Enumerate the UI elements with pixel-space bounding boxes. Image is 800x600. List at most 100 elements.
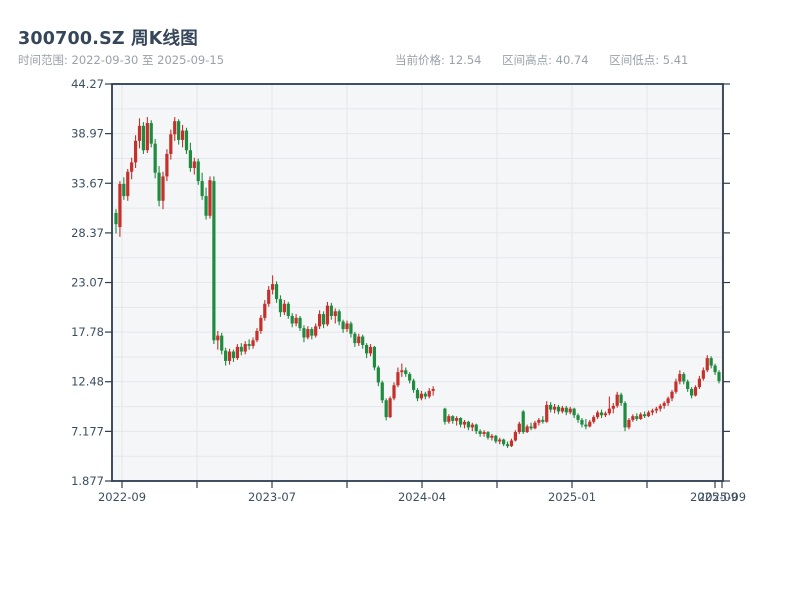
candle-body bbox=[490, 436, 493, 438]
kline-chart: 44.2738.9733.6728.3723.0717.7812.487.177… bbox=[0, 0, 800, 600]
candle-body bbox=[287, 304, 290, 316]
y-tick-label: 7.177 bbox=[71, 424, 104, 438]
candle-body bbox=[424, 394, 427, 397]
candle-body bbox=[694, 387, 697, 395]
candle-body bbox=[494, 436, 497, 442]
candle-body bbox=[228, 352, 231, 361]
candle-body bbox=[639, 414, 642, 419]
x-end-label: 2025-09 bbox=[690, 490, 738, 504]
candle-body bbox=[557, 407, 560, 412]
candle-body bbox=[138, 126, 141, 141]
candle-body bbox=[647, 412, 650, 416]
candle-body bbox=[263, 304, 266, 318]
candle-body bbox=[545, 405, 548, 422]
candle-body bbox=[553, 407, 556, 410]
candle-body bbox=[482, 432, 485, 434]
candle-body bbox=[670, 392, 673, 399]
candle-body bbox=[573, 409, 576, 416]
candle-body bbox=[314, 326, 317, 335]
candle-body bbox=[702, 370, 705, 378]
candle-body bbox=[197, 161, 200, 181]
candle-body bbox=[122, 184, 125, 196]
candle-body bbox=[706, 358, 709, 370]
candle-body bbox=[447, 416, 450, 422]
candle-body bbox=[471, 425, 474, 428]
candle-body bbox=[193, 161, 196, 168]
candle-body bbox=[361, 337, 364, 345]
y-tick-label: 44.27 bbox=[71, 77, 104, 91]
y-tick-label: 33.67 bbox=[71, 176, 104, 190]
candle-body bbox=[576, 415, 579, 420]
candle-body bbox=[592, 417, 595, 422]
candle-body bbox=[310, 329, 313, 336]
candle-body bbox=[157, 173, 160, 201]
candle-body bbox=[381, 382, 384, 400]
y-tick-label: 1.877 bbox=[71, 474, 104, 488]
candle-body bbox=[154, 144, 157, 173]
candle-body bbox=[663, 403, 666, 406]
candle-body bbox=[251, 340, 254, 346]
candle-body bbox=[666, 398, 669, 403]
candle-body bbox=[451, 416, 454, 421]
candle-body bbox=[604, 413, 607, 415]
candle-body bbox=[486, 432, 489, 438]
candle-body bbox=[130, 162, 133, 171]
candle-body bbox=[408, 374, 411, 381]
candle-body bbox=[283, 304, 286, 312]
candle-body bbox=[580, 420, 583, 425]
candle-body bbox=[416, 390, 419, 398]
candle-body bbox=[584, 425, 587, 427]
candle-body bbox=[385, 400, 388, 417]
candle-body bbox=[326, 306, 329, 325]
candle-body bbox=[165, 154, 168, 176]
candle-body bbox=[420, 394, 423, 399]
candle-body bbox=[349, 323, 352, 333]
candle-body bbox=[365, 345, 368, 353]
candle-body bbox=[623, 403, 626, 427]
candle-body bbox=[467, 422, 470, 428]
candle-body bbox=[533, 423, 536, 429]
candle-body bbox=[455, 418, 458, 421]
candle-body bbox=[114, 213, 117, 224]
candle-body bbox=[373, 347, 376, 368]
candle-body bbox=[244, 344, 247, 351]
candle-body bbox=[392, 385, 395, 398]
candle-body bbox=[526, 426, 529, 432]
candle-body bbox=[479, 431, 482, 434]
candle-body bbox=[275, 284, 278, 299]
candle-body bbox=[306, 329, 309, 337]
candle-body bbox=[541, 420, 544, 422]
candle-body bbox=[212, 181, 215, 340]
candle-body bbox=[651, 411, 654, 413]
candle-body bbox=[173, 121, 176, 134]
candle-body bbox=[443, 409, 446, 422]
candle-body bbox=[428, 391, 431, 397]
candle-body bbox=[396, 372, 399, 385]
candle-body bbox=[549, 405, 552, 410]
candle-body bbox=[404, 370, 407, 374]
candle-body bbox=[126, 172, 129, 196]
candle-body bbox=[279, 299, 282, 312]
candle-body bbox=[698, 379, 701, 387]
candle-body bbox=[686, 382, 689, 389]
candle-body bbox=[216, 336, 219, 341]
candle-body bbox=[224, 351, 227, 361]
x-tick-label: 2024-04 bbox=[398, 490, 446, 504]
candle-body bbox=[514, 432, 517, 440]
candle-body bbox=[518, 424, 521, 432]
candle-body bbox=[146, 123, 149, 150]
candle-body bbox=[298, 318, 301, 328]
candle-body bbox=[608, 409, 611, 414]
candle-body bbox=[588, 422, 591, 427]
candle-body bbox=[189, 150, 192, 168]
candle-body bbox=[506, 444, 509, 446]
candle-body bbox=[342, 322, 345, 329]
candle-body bbox=[236, 347, 239, 358]
candle-body bbox=[232, 352, 235, 359]
y-tick-label: 12.48 bbox=[71, 375, 104, 389]
candle-body bbox=[142, 126, 145, 150]
candle-body bbox=[475, 425, 478, 432]
candle-body bbox=[710, 358, 713, 365]
candle-body bbox=[338, 311, 341, 321]
candle-body bbox=[161, 176, 164, 200]
